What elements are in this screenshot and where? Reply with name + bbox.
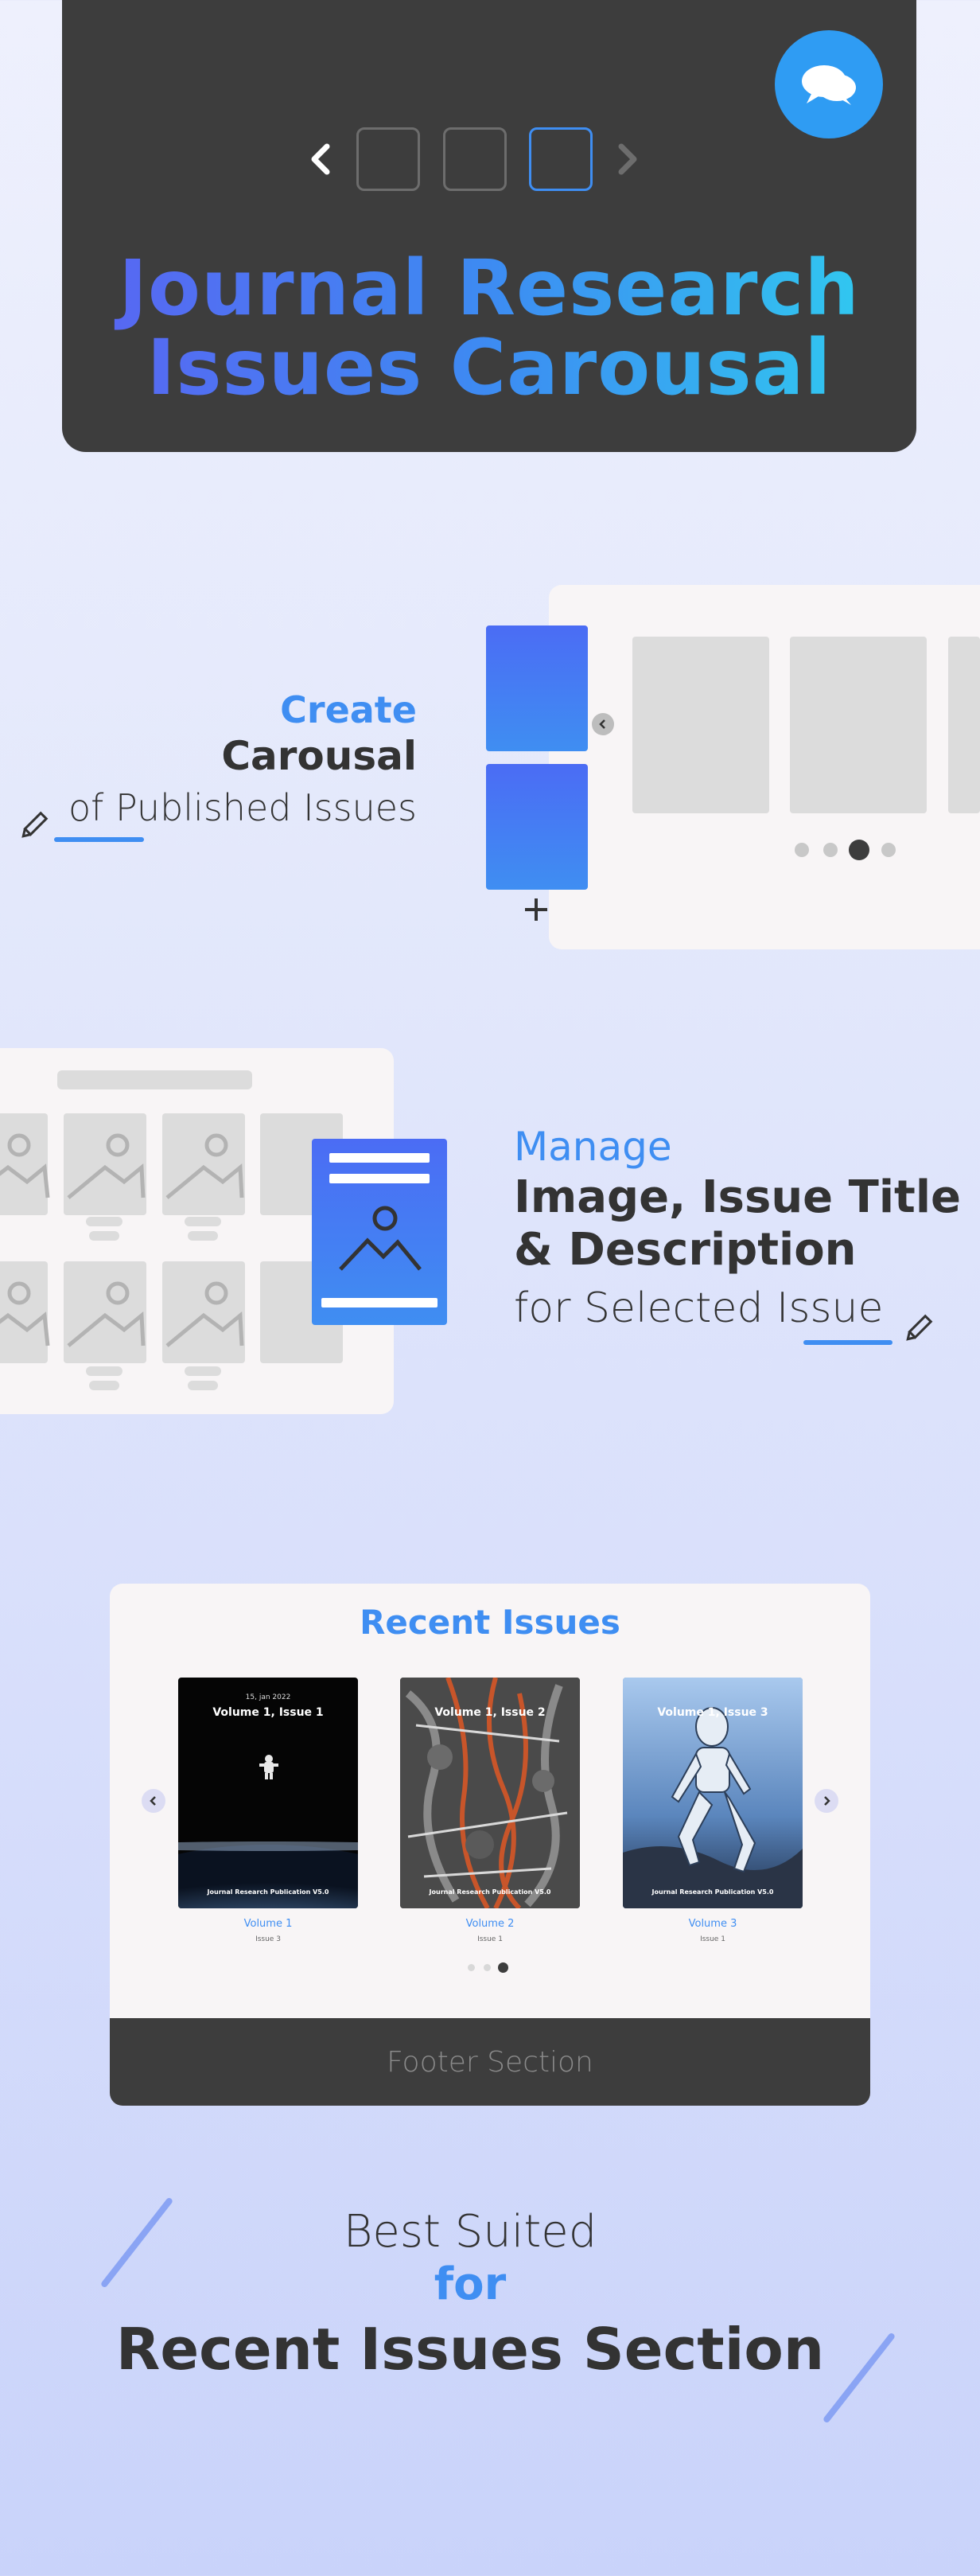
card-title-line (329, 1153, 430, 1163)
feature-create-accent: Create (280, 688, 417, 731)
issue-cover-2[interactable]: Volume 1, Issue 2 Journal Research Publi… (400, 1678, 580, 1908)
cover-publication: Journal Research Publication V5.0 (429, 1888, 551, 1896)
carousel-dot-4[interactable] (881, 843, 896, 857)
feature-manage-underline (803, 1340, 892, 1345)
hero-prev-chevron-icon[interactable] (305, 143, 337, 175)
closing-text: Best Suited for Recent Issues Section (0, 2206, 980, 2387)
cover-publication: Journal Research Publication V5.0 (651, 1888, 774, 1896)
feature-create-underline (54, 837, 144, 842)
recent-issues-widget: Recent Issues 15, jan 2022 Volume 1, Iss… (110, 1584, 870, 2106)
carousel-card-3 (948, 637, 980, 813)
cover-title: Volume 1, Issue 2 (434, 1706, 546, 1719)
card-description-line (321, 1298, 438, 1307)
hero-title-line2: Issues Carousal (146, 323, 832, 412)
widget-prev-chevron-icon[interactable] (142, 1789, 165, 1813)
feature-create-main: Carousal (221, 733, 417, 779)
cover-title: Volume 1, Issue 3 (657, 1706, 768, 1719)
closing-line2: for (434, 2258, 507, 2310)
issue-cover-3[interactable]: Volume 1, Issue 3 Journal Research Publi… (623, 1678, 803, 1908)
feature-manage-main-line1: Image, Issue Title (514, 1171, 961, 1223)
carousel-card-1 (632, 637, 769, 813)
hero-next-chevron-icon[interactable] (611, 143, 643, 175)
carousel-item-tile-2 (486, 764, 588, 890)
hero-thumb-1[interactable] (356, 127, 420, 191)
hero-thumb-3-active[interactable] (529, 127, 593, 191)
issue-volume-link[interactable]: Volume 1 (178, 1918, 358, 1930)
carousel-item-tile-1 (486, 625, 588, 751)
hero-title-line1: Journal Research (119, 244, 860, 333)
widget-footer: Footer Section (110, 2018, 870, 2106)
widget-dot-1[interactable] (468, 1964, 475, 1971)
carousel-dot-2[interactable] (823, 843, 838, 857)
closing-line1: Best Suited (343, 2206, 597, 2258)
chat-button[interactable] (775, 30, 883, 138)
hero-title: Journal Research Issues Carousal (62, 248, 916, 407)
carousel-dot-3-active[interactable] (849, 840, 869, 860)
feature-create-text: Create Carousal of Published Issues (68, 688, 417, 836)
pencil-icon (902, 1313, 934, 1348)
issue-number: Issue 1 (700, 1935, 725, 1943)
feature-manage-text: Manage Image, Issue Title & Description … (514, 1122, 961, 1340)
feature-manage-main-line2: & Description (514, 1224, 857, 1276)
issue-number: Issue 3 (255, 1935, 281, 1943)
feature-create-sub: of Published Issues (68, 786, 417, 829)
chat-bubbles-icon (802, 65, 856, 105)
plus-icon[interactable] (522, 895, 550, 927)
issue-cover-1[interactable]: 15, jan 2022 Volume 1, Issue 1 Journal R… (178, 1678, 358, 1908)
pencil-icon (18, 810, 49, 845)
feature-manage-accent: Manage (514, 1124, 672, 1170)
closing-line3: Recent Issues Section (115, 2316, 825, 2383)
recent-issues-title: Recent Issues (360, 1603, 620, 1642)
widget-dot-2[interactable] (484, 1964, 491, 1971)
issue-volume-link[interactable]: Volume 3 (623, 1918, 803, 1930)
hero-thumb-2[interactable] (443, 127, 507, 191)
cover-publication: Journal Research Publication V5.0 (207, 1888, 329, 1896)
issue-volume-link[interactable]: Volume 2 (400, 1918, 580, 1930)
carousel-card-2 (790, 637, 927, 813)
widget-next-chevron-icon[interactable] (815, 1789, 838, 1813)
footer-label: Footer Section (387, 2045, 593, 2079)
carousel-dot-1[interactable] (795, 843, 809, 857)
card-title-line (329, 1174, 430, 1183)
panel-prev-chevron-icon[interactable] (592, 713, 614, 735)
selected-issue-card[interactable] (312, 1139, 447, 1325)
cover-title: Volume 1, Issue 1 (212, 1706, 324, 1719)
widget-dot-3-active[interactable] (498, 1962, 508, 1973)
issue-number: Issue 1 (477, 1935, 503, 1943)
image-icon (339, 1206, 422, 1271)
feature-manage-sub: for Selected Issue (514, 1284, 884, 1332)
cover-date: 15, jan 2022 (245, 1693, 291, 1701)
